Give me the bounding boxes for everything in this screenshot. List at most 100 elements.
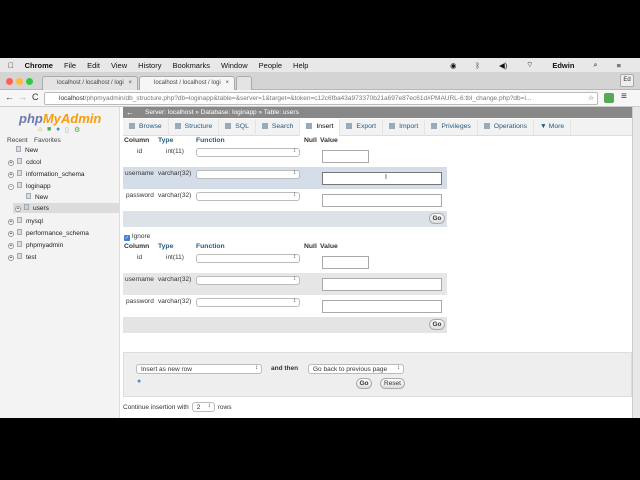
ignore-checkbox[interactable]: ✓ — [124, 235, 130, 241]
spotlight-icon[interactable]: ⌕ — [593, 60, 597, 70]
apple-icon[interactable]:  — [8, 61, 14, 70]
menu-window[interactable]: Window — [221, 61, 248, 70]
logout-icon[interactable]: ■ — [47, 126, 51, 133]
menu-bookmarks[interactable]: Bookmarks — [172, 61, 210, 70]
help-icon[interactable]: ● — [56, 126, 60, 133]
header-null: Null — [304, 243, 317, 250]
tree-item-mysql[interactable]: + mysql — [8, 217, 43, 225]
value-input[interactable]: I — [322, 172, 442, 185]
reload-icon[interactable]: C — [32, 92, 39, 102]
tab-insert[interactable]: Insert — [300, 119, 341, 136]
expand-icon: + — [8, 231, 14, 237]
bookmark-star-icon[interactable]: ☆ — [588, 94, 594, 102]
tree-item-information-schema[interactable]: + information_schema — [8, 170, 85, 178]
back-icon[interactable]: ← — [5, 92, 14, 102]
go-button[interactable]: Go — [429, 319, 445, 330]
go-button[interactable]: Go — [356, 378, 372, 389]
close-tab-icon[interactable]: × — [225, 80, 229, 86]
close-tab-icon[interactable]: × — [128, 80, 132, 86]
menu-history[interactable]: History — [138, 61, 161, 70]
function-select[interactable] — [196, 254, 300, 263]
docs-icon[interactable]: ▯ — [65, 126, 69, 134]
status-icon[interactable]: ◉ — [450, 61, 457, 70]
tab-sql[interactable]: SQL — [219, 119, 256, 136]
function-select[interactable] — [196, 148, 300, 157]
tree-item-users[interactable]: + users — [13, 203, 119, 213]
ignore-checkbox-row[interactable]: ✓ Ignore — [124, 233, 150, 241]
breadcrumb-table[interactable]: Table: users — [264, 109, 299, 116]
continue-count-select[interactable]: 2 — [191, 402, 215, 412]
browser-tab-active[interactable]: localhost / localhost / logi × — [139, 76, 235, 90]
tab-operations[interactable]: Operations — [478, 119, 535, 136]
new-tab-button[interactable] — [236, 76, 252, 90]
settings-icon[interactable]: ⚙ — [74, 126, 80, 134]
tab-export[interactable]: Export — [340, 119, 384, 136]
function-select[interactable] — [196, 170, 300, 179]
zoom-window-icon[interactable] — [26, 78, 33, 85]
value-input[interactable] — [322, 194, 442, 207]
recent-tab[interactable]: Recent — [7, 137, 28, 144]
breadcrumb-database[interactable]: Database: loginapp — [201, 109, 257, 116]
tree-item-test[interactable]: + test — [8, 253, 36, 261]
bluetooth-icon[interactable]: ᛒ — [475, 61, 480, 70]
expand-icon: + — [15, 206, 21, 212]
menu-file[interactable]: File — [64, 61, 76, 70]
chevron-down-icon: ▼ — [540, 123, 549, 130]
tab-structure[interactable]: Structure — [169, 119, 220, 136]
column-name: password — [126, 298, 154, 305]
new-icon — [26, 193, 31, 199]
reset-button[interactable]: Reset — [380, 378, 405, 389]
function-select[interactable] — [196, 298, 300, 307]
tab-import[interactable]: Import — [383, 119, 426, 136]
extension-icon[interactable] — [604, 93, 614, 103]
go-button[interactable]: Go — [429, 213, 445, 224]
tree-item-cdcol[interactable]: + cdcol — [8, 158, 41, 166]
tab-more[interactable]: ▼ More — [534, 119, 572, 136]
function-select[interactable] — [196, 192, 300, 201]
help-icon[interactable]: ● — [137, 378, 141, 385]
value-input[interactable] — [322, 150, 369, 163]
value-input[interactable] — [322, 278, 442, 291]
mac-menubar:  Chrome File Edit View History Bookmark… — [0, 58, 640, 72]
value-input[interactable] — [322, 256, 369, 269]
minimize-window-icon[interactable] — [16, 78, 23, 85]
browser-tab[interactable]: localhost / localhost / logi × — [42, 76, 138, 90]
url-input[interactable]: localhost/phpmyadmin/db_structure.php?db… — [44, 92, 598, 105]
profile-button[interactable]: Ed — [620, 74, 634, 87]
tree-item-loginapp-new[interactable]: New — [26, 193, 48, 201]
scrollbar[interactable] — [632, 107, 640, 418]
notifications-icon[interactable]: ≡ — [617, 61, 621, 70]
chrome-menu-icon[interactable]: ≡ — [621, 91, 627, 102]
function-select[interactable] — [196, 276, 300, 285]
tab-search[interactable]: Search — [256, 119, 301, 136]
menu-view[interactable]: View — [111, 61, 127, 70]
insert-mode-select[interactable]: Insert as new row — [136, 364, 262, 374]
collapse-icon: − — [8, 184, 14, 190]
tab-privileges[interactable]: Privileges — [425, 119, 478, 136]
expand-icon: + — [8, 172, 14, 178]
breadcrumb-server[interactable]: Server: localhost — [145, 109, 193, 116]
tree-item-loginapp[interactable]: − loginapp — [8, 182, 51, 190]
after-insert-select[interactable]: Go back to previous page — [308, 364, 404, 374]
header-type: Type — [158, 137, 174, 144]
close-window-icon[interactable] — [6, 78, 13, 85]
wifi-icon[interactable]: ⌔ — [526, 60, 533, 70]
column-type: varchar(32) — [158, 298, 192, 305]
menu-help[interactable]: Help — [293, 61, 308, 70]
table-row: password varchar(32) — [123, 295, 447, 317]
tree-item-phpmyadmin[interactable]: + phpmyadmin — [8, 241, 63, 249]
menu-app[interactable]: Chrome — [25, 61, 53, 70]
value-input[interactable] — [322, 300, 442, 313]
menu-people[interactable]: People — [259, 61, 282, 70]
volume-icon[interactable]: ◀) — [499, 61, 507, 70]
forward-icon[interactable]: → — [18, 92, 27, 102]
phpmyadmin-logo[interactable]: phpMyAdmin — [19, 111, 101, 126]
home-icon[interactable]: ⌂ — [38, 126, 42, 133]
tree-item-new[interactable]: New — [16, 146, 38, 154]
tree-item-performance-schema[interactable]: + performance_schema — [8, 229, 89, 237]
tab-browse[interactable]: Browse — [123, 119, 169, 136]
menu-edit[interactable]: Edit — [87, 61, 100, 70]
collapse-nav-icon[interactable]: ← — [126, 108, 134, 117]
favorites-tab[interactable]: Favorites — [34, 137, 61, 144]
user-name[interactable]: Edwin — [552, 61, 574, 70]
